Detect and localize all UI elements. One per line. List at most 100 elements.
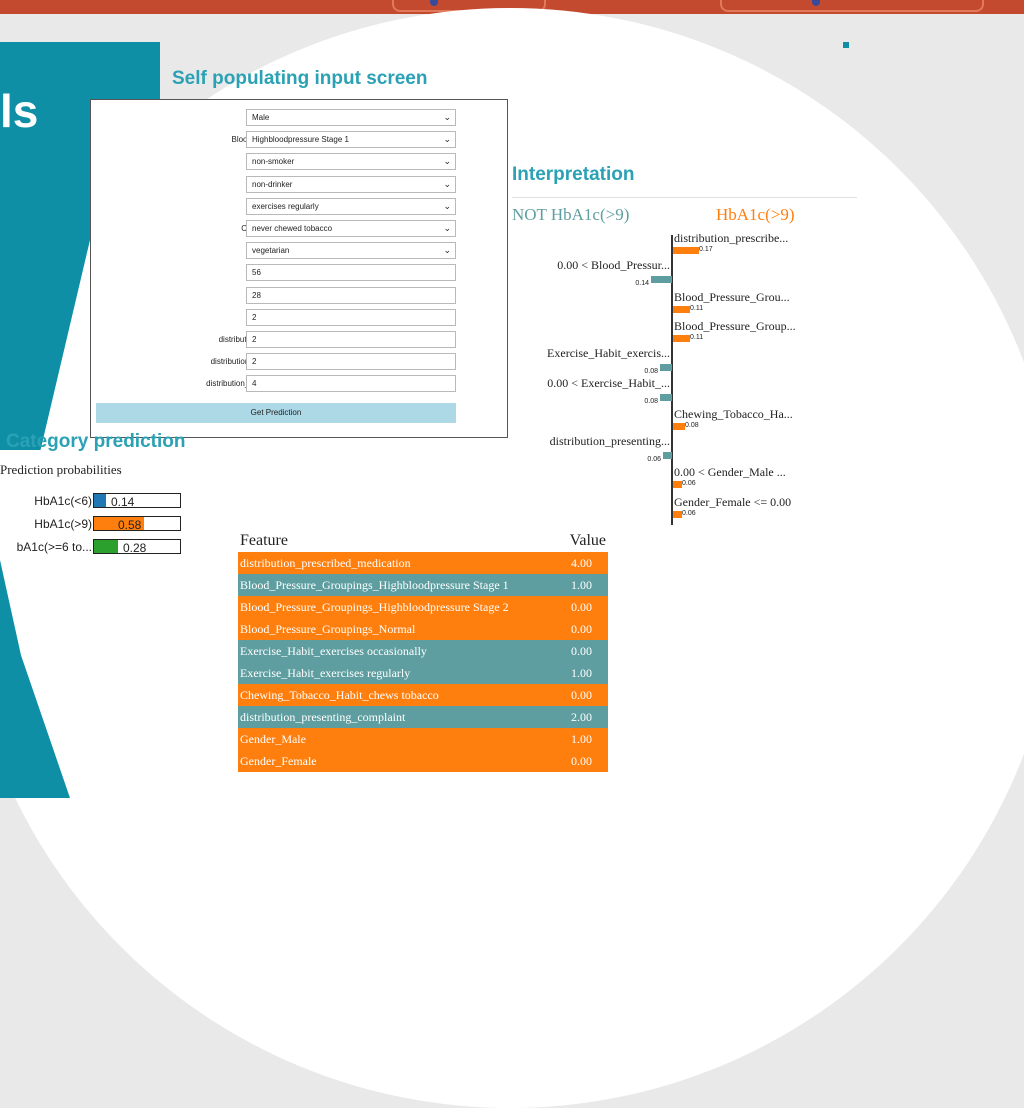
form-input[interactable]: 2: [246, 353, 456, 371]
feature-table-row: Exercise_Habit_exercises regularly 1.00: [238, 662, 608, 684]
probability-label: bA1c(>=6 to...: [16, 540, 92, 554]
input-screen-header: Self populating input screen: [172, 68, 428, 89]
feature-value-cell: 4.00: [571, 555, 592, 570]
feature-value-cell: 0.00: [571, 599, 592, 614]
pos-class-label: HbA1c(>9): [716, 205, 795, 224]
form-field-value: 56: [252, 268, 261, 278]
neg-class-label: NOT HbA1c(>9): [512, 205, 630, 224]
category-prediction-header: Category prediction: [6, 431, 186, 452]
form-select[interactable]: Male ⌄: [246, 109, 456, 126]
probability-bar-frame: 0.28: [93, 539, 181, 555]
explanation-bar-value: 0.17: [699, 246, 713, 253]
form-row: bmi:28: [91, 286, 509, 305]
explanation-bar: [673, 305, 690, 313]
form-input[interactable]: 4: [246, 375, 456, 393]
form-select[interactable]: never chewed tobacco ⌄: [246, 220, 456, 237]
interpretation-rule: [512, 197, 857, 198]
feature-table-row: Exercise_Habit_exercises occasionally 0.0…: [238, 640, 608, 662]
form-row: Gender:Male⌄: [91, 109, 509, 127]
feature-name-cell: Blood_Pressure_Groupings_Highbloodpressu…: [240, 577, 509, 592]
feature-value-cell: 0.00: [571, 621, 592, 636]
explanation-feature-label: 0.00 < Exercise_Habit_...: [547, 375, 670, 390]
explanation-bar: [663, 452, 672, 460]
explanation-bar-value: 0.08: [644, 368, 658, 376]
form-input[interactable]: 28: [246, 286, 456, 304]
chevron-down-icon: ⌄: [443, 245, 451, 256]
probability-row: HbA1c(<6) 0.14: [0, 492, 190, 510]
feature-value-cell: 1.00: [571, 731, 592, 746]
explanation-feature-label: 0.00 < Gender_Male ...: [674, 465, 786, 480]
explanation-feature-label: distribution_presenting...: [549, 434, 670, 449]
feature-table-row: Blood_Pressure_Groupings_Normal 0.00: [238, 618, 608, 640]
explanation-bar-value: 0.06: [647, 456, 661, 464]
explanation-bar: [660, 393, 672, 401]
form-select[interactable]: non-smoker ⌄: [246, 153, 456, 171]
feature-name-cell: Exercise_Habit_exercises regularly: [240, 665, 411, 680]
form-row: Somking_Habit:non-smoker⌄: [91, 153, 509, 171]
form-select[interactable]: Highbloodpressure Stage 1 ⌄: [246, 131, 456, 149]
value-column-header: Value: [569, 532, 606, 549]
form-field-value: non-drinker: [252, 179, 293, 189]
form-field-value: vegetarian: [252, 246, 290, 256]
form-input[interactable]: 2: [246, 331, 456, 348]
explanation-bar-value: 0.06: [682, 509, 696, 517]
form-row: visit_count:2: [91, 308, 509, 327]
feature-value-table: Feature Value distribution_prescribed_me…: [238, 530, 608, 772]
form-row: Drinking_Habit:non-drinker⌄: [91, 175, 509, 194]
interpretation-header: Interpretation: [512, 164, 635, 185]
form-input[interactable]: 56: [246, 264, 456, 282]
feature-value-cell: 1.00: [571, 577, 592, 592]
form-select[interactable]: vegetarian ⌄: [246, 242, 456, 260]
probability-value: 0.14: [111, 495, 135, 509]
probability-label: HbA1c(<6): [34, 494, 92, 508]
feature-value-cell: 0.00: [571, 753, 592, 768]
chevron-down-icon: ⌄: [443, 112, 451, 122]
chevron-down-icon: ⌄: [443, 200, 451, 211]
explanation-feature-label: Blood_Pressure_Grou...: [674, 289, 790, 304]
explanation-bar-value: 0.11: [690, 304, 704, 312]
form-row: Dietary_Habit:vegetarian⌄: [91, 242, 509, 260]
feature-value-cell: 0.00: [571, 687, 592, 702]
probability-bar-frame: 0.14: [93, 493, 181, 509]
explanation-feature-label: Chewing_Tobacco_Ha...: [674, 406, 793, 421]
feature-value-cell: 1.00: [571, 665, 592, 680]
probability-label: HbA1c(>9): [34, 517, 92, 531]
feature-name-cell: Blood_Pressure_Groupings_Normal: [240, 621, 416, 636]
feature-value-cell: 2.00: [571, 709, 592, 724]
form-field-value: Highbloodpressure Stage 1: [252, 135, 349, 145]
form-row: age_dob:56: [91, 264, 509, 282]
explanation-bar: [673, 510, 682, 518]
explanation-bar: [673, 247, 699, 254]
form-field-value: 2: [252, 312, 257, 322]
form-input[interactable]: 2: [246, 308, 456, 326]
feature-table-row: distribution_prescribed_medication 4.00: [238, 552, 608, 574]
chevron-down-icon: ⌄: [443, 178, 451, 189]
input-panel: Gender:Male⌄ Blood_Pressure_Groupings:Hig…: [90, 99, 508, 438]
form-row: distribution_medical_conditions:2: [91, 331, 509, 349]
probabilities-title: Prediction probabilities: [0, 462, 122, 477]
explanation-bar: [651, 276, 672, 284]
feature-name-cell: Blood_Pressure_Groupings_Highbloodpressu…: [240, 599, 509, 614]
feature-table-row: Gender_Male 1.00: [238, 728, 608, 750]
form-row: Exercise_Habit:exercises regularly⌄: [91, 197, 509, 216]
feature-name-cell: Gender_Male: [240, 731, 306, 746]
form-field-value: 28: [252, 290, 261, 300]
form-field-value: exercises regularly: [252, 201, 319, 211]
explanation-bar-value: 0.08: [644, 397, 658, 405]
form-field-value: non-smoker: [252, 157, 295, 167]
form-select[interactable]: non-drinker ⌄: [246, 175, 456, 193]
explanation-feature-label: Blood_Pressure_Group...: [674, 318, 796, 333]
get-prediction-button[interactable]: Get Prediction: [96, 403, 456, 423]
form-row: Blood_Pressure_Groupings:Highbloodpressu…: [91, 131, 509, 149]
explanation-feature-label: Exercise_Habit_exercis...: [547, 346, 670, 361]
form-field-value: 2: [252, 357, 257, 367]
form-select[interactable]: exercises regularly ⌄: [246, 197, 456, 215]
explanation-bar-value: 0.11: [690, 333, 704, 341]
probability-bar-frame: 0.58: [93, 516, 181, 532]
probability-row: bA1c(>=6 to... 0.28: [0, 538, 190, 556]
explanation-feature-label: Gender_Female <= 0.00: [674, 494, 792, 509]
feature-table-row: Blood_Pressure_Groupings_Highbloodpressu…: [238, 574, 608, 596]
form-field-value: 2: [252, 335, 257, 344]
explanation-bar: [660, 364, 672, 372]
probability-bar: [94, 494, 106, 507]
